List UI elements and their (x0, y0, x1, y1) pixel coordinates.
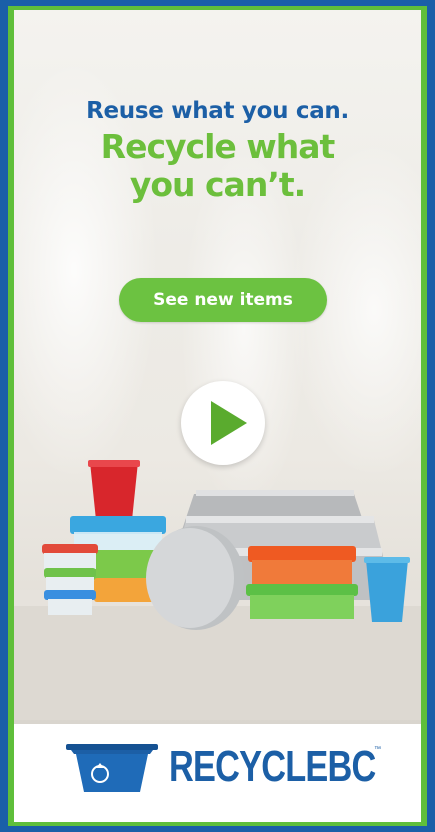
recyclebc-logo[interactable]: RECYCLEBC ™ (66, 738, 386, 798)
play-icon (211, 401, 247, 445)
play-button[interactable] (181, 381, 265, 465)
headline-recycle-2: you can’t. (129, 165, 306, 204)
ad-banner[interactable]: Reuse what you can. Recycle what you can… (14, 10, 421, 822)
see-new-items-button[interactable]: See new items (119, 278, 327, 322)
headline: Reuse what you can. Recycle what you can… (14, 98, 421, 204)
trademark: ™ (374, 746, 381, 753)
containers-illustration (14, 460, 421, 720)
headline-recycle: Recycle what (100, 127, 336, 166)
brand-name: RECYCLEBC (169, 742, 376, 791)
headline-reuse: Reuse what you can. (86, 98, 349, 124)
recycling-bin-icon (66, 744, 158, 792)
